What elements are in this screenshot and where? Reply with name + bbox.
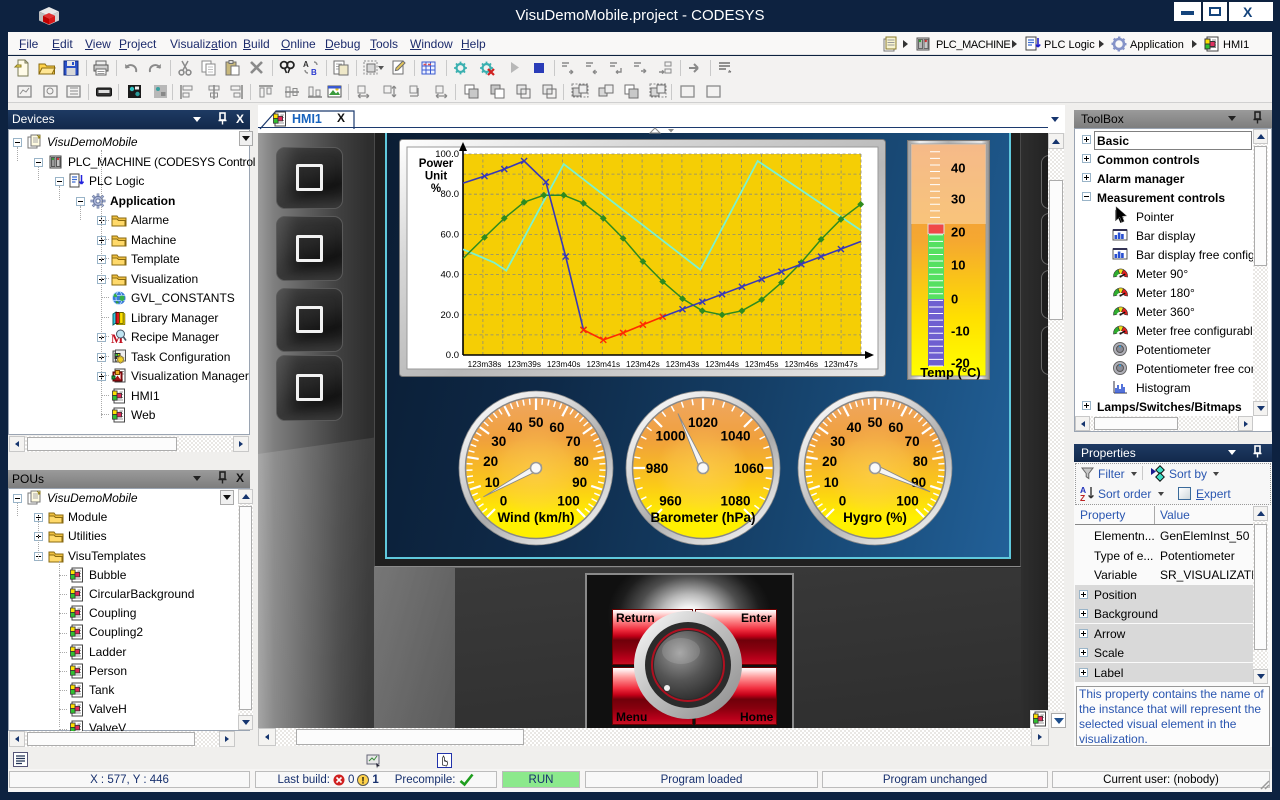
svg-text:-10: -10 [951,324,970,339]
svg-text:40.0: 40.0 [441,270,460,281]
svg-text:!: ! [362,775,365,785]
svg-text:0: 0 [500,494,508,509]
svg-text:1000: 1000 [655,429,685,444]
svg-text:100: 100 [896,494,919,509]
svg-text:60: 60 [549,420,564,435]
svg-text:0: 0 [839,494,847,509]
svg-text:0.0: 0.0 [446,350,459,361]
svg-text:30: 30 [491,434,506,449]
svg-text:%: % [431,183,441,195]
svg-text:Z: Z [1080,493,1085,503]
svg-text:50: 50 [528,415,543,430]
svg-text:1040: 1040 [720,429,750,444]
svg-text:10: 10 [824,475,839,490]
svg-text:Unit: Unit [425,171,448,183]
svg-text:20: 20 [822,454,837,469]
svg-text:100: 100 [557,494,580,509]
svg-text:123m43s: 123m43s [666,360,700,369]
svg-text:123m39s: 123m39s [507,360,541,369]
svg-text:123m42s: 123m42s [626,360,660,369]
svg-text:123m47s: 123m47s [824,360,858,369]
svg-text:60: 60 [888,420,903,435]
svg-text:80: 80 [574,454,589,469]
svg-text:960: 960 [659,494,682,509]
svg-text:123m38s: 123m38s [468,360,502,369]
svg-text:40: 40 [847,420,862,435]
svg-text:30: 30 [830,434,845,449]
svg-text:Wind (km/h): Wind (km/h) [497,510,574,525]
svg-text:Hygro (%): Hygro (%) [843,510,907,525]
svg-text:Power: Power [419,158,454,170]
svg-text:123m44s: 123m44s [705,360,739,369]
svg-text:0: 0 [951,292,958,307]
svg-text:20: 20 [951,225,965,240]
svg-text:50: 50 [867,415,882,430]
svg-text:980: 980 [646,461,669,476]
svg-text:70: 70 [905,434,920,449]
svg-text:20: 20 [483,454,498,469]
svg-text:60.0: 60.0 [441,229,460,240]
svg-text:123m46s: 123m46s [784,360,818,369]
svg-text:B: B [311,68,317,77]
svg-text:40: 40 [508,420,523,435]
svg-text:80.0: 80.0 [441,189,460,200]
svg-text:Barometer (hPa): Barometer (hPa) [650,510,755,525]
svg-text:20.0: 20.0 [441,310,460,321]
svg-text:30: 30 [951,192,965,207]
svg-text:1020: 1020 [688,415,718,430]
svg-text:1080: 1080 [720,494,750,509]
svg-text:70: 70 [566,434,581,449]
svg-text:Temp (°C): Temp (°C) [920,365,981,380]
svg-text:90: 90 [572,475,587,490]
svg-text:80: 80 [913,454,928,469]
svg-text:40: 40 [951,161,965,176]
svg-text:10: 10 [951,258,965,273]
svg-text:123m41s: 123m41s [586,360,620,369]
svg-text:1060: 1060 [734,461,764,476]
svg-text:123m40s: 123m40s [547,360,581,369]
svg-text:123m45s: 123m45s [745,360,779,369]
svg-text:A: A [303,60,309,69]
